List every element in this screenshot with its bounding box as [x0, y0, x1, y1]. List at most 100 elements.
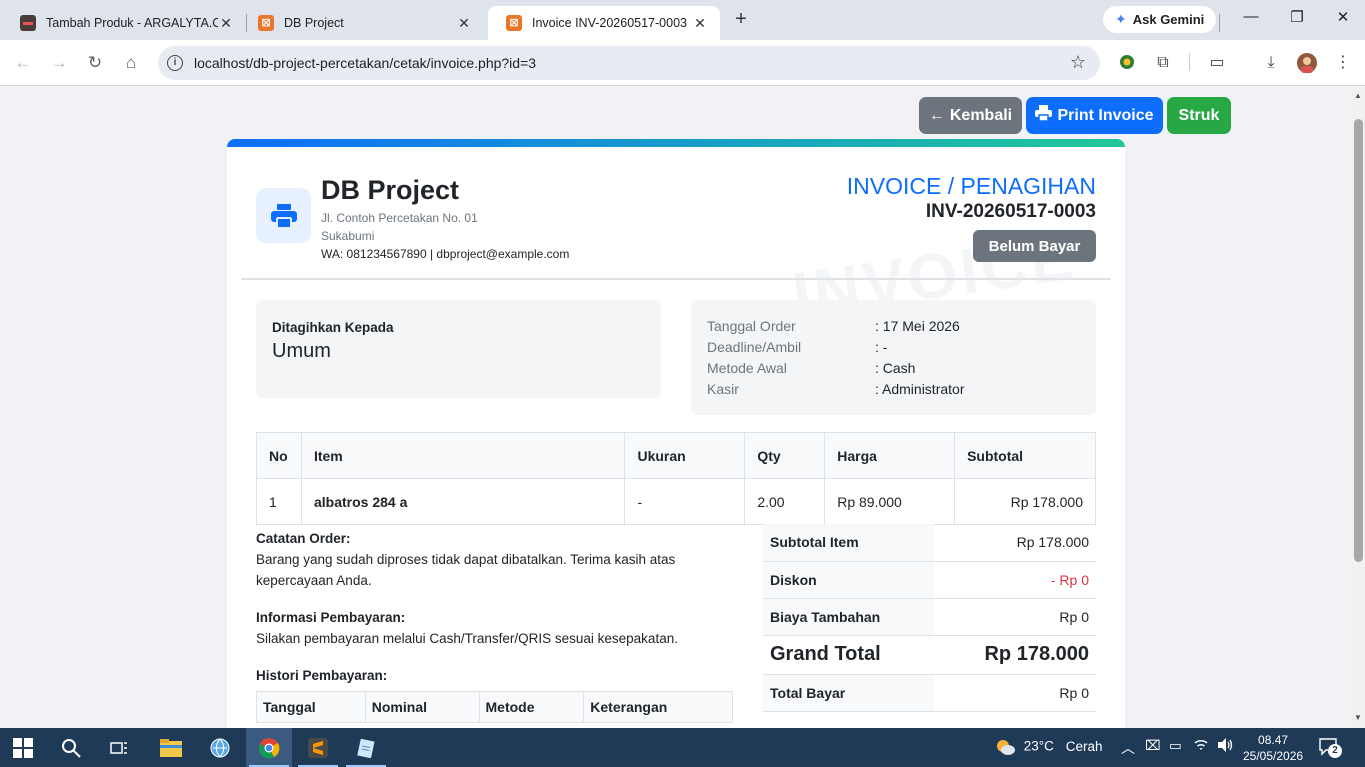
notification-center[interactable]: 2 — [1318, 736, 1342, 759]
order-notes-title: Catatan Order: — [256, 531, 351, 546]
invoice-title: INVOICE / PENAGIHAN — [846, 173, 1096, 199]
summary-value: Rp 0 — [934, 598, 1096, 636]
page-scrollbar[interactable]: ▲ ▼ — [1352, 87, 1365, 728]
summary-table: Subtotal Item Rp 178.000 Diskon - Rp 0 B… — [763, 524, 1096, 712]
invoice-paper: INVOICE DB Project Jl. Contoh Percetakan… — [227, 139, 1125, 728]
clock-time: 08.47 — [1258, 733, 1289, 747]
notification-count-badge: 2 — [1328, 744, 1342, 758]
summary-value: Rp 178.000 — [934, 635, 1096, 675]
site-favicon-icon — [20, 15, 36, 31]
download-icon[interactable]: ⤓ — [1261, 53, 1281, 73]
struk-label: Struk — [1178, 106, 1220, 124]
close-tab-icon[interactable]: ✕ — [456, 15, 472, 32]
weather-widget[interactable]: 23°C Cerah — [994, 738, 1102, 756]
status-badge: Belum Bayar — [973, 230, 1096, 262]
back-arrow-icon[interactable]: ← — [12, 52, 34, 74]
back-button[interactable]: ← Kembali — [919, 97, 1022, 134]
start-windows-icon[interactable] — [0, 728, 46, 767]
tab-tambah-produk[interactable]: Tambah Produk - ARGALYTA.CO ✕ — [2, 6, 246, 40]
tray-device-icon[interactable]: ⌧ — [1145, 738, 1161, 754]
column-header: Item — [300, 432, 626, 479]
close-window-icon[interactable]: ✕ — [1333, 8, 1353, 26]
scroll-up-icon[interactable]: ▲ — [1354, 91, 1362, 100]
battery-icon[interactable]: ▭ — [1169, 738, 1182, 754]
extension-globe-icon[interactable] — [1117, 53, 1137, 73]
forward-arrow-icon[interactable]: → — [48, 52, 70, 74]
cell-item: albatros 284 a — [300, 478, 626, 525]
meta-value: : Administrator — [875, 381, 965, 397]
arrow-left-icon: ← — [928, 106, 945, 124]
tab-title: Invoice INV-20260517-0003 — [532, 16, 687, 30]
company-city: Sukabumi — [321, 229, 375, 243]
cell-size: - — [624, 478, 746, 525]
print-label: Print Invoice — [1057, 106, 1154, 124]
billed-to-label: Ditagihkan Kepada — [272, 320, 394, 335]
history-table-header: Tanggal Nominal Metode Keterangan — [256, 691, 733, 723]
restore-icon[interactable]: ❐ — [1287, 8, 1307, 26]
summary-row-discount: Diskon - Rp 0 — [763, 561, 1096, 599]
printer-icon — [270, 203, 297, 228]
extensions-puzzle-icon[interactable]: ⧉ — [1153, 53, 1173, 73]
toolbar-separator — [1189, 53, 1190, 71]
wifi-icon[interactable] — [1193, 737, 1209, 756]
print-invoice-button[interactable]: Print Invoice — [1026, 97, 1163, 134]
reload-icon[interactable]: ↻ — [84, 52, 106, 74]
column-header: Tanggal — [256, 691, 366, 723]
summary-key: Total Bayar — [763, 674, 934, 712]
task-view-icon[interactable] — [96, 728, 142, 767]
payment-history-title: Histori Pembayaran: — [256, 668, 388, 683]
volume-icon[interactable] — [1216, 737, 1234, 756]
address-bar[interactable]: i localhost/db-project-percetakan/cetak/… — [158, 46, 1100, 80]
url-text[interactable]: localhost/db-project-percetakan/cetak/in… — [194, 55, 536, 71]
home-icon[interactable]: ⌂ — [120, 52, 142, 74]
browser-toolbar: ← → ↻ ⌂ i localhost/db-project-percetaka… — [0, 40, 1365, 86]
notepad-icon[interactable] — [343, 728, 389, 767]
gemini-sparkle-icon: ✦ — [1115, 11, 1127, 27]
chrome-taskbar-icon[interactable] — [246, 728, 292, 767]
struk-button[interactable]: Struk — [1167, 97, 1231, 134]
summary-row-subtotal: Subtotal Item Rp 178.000 — [763, 524, 1096, 562]
site-info-icon[interactable]: i — [167, 55, 183, 71]
minimize-icon[interactable]: — — [1241, 8, 1261, 25]
scroll-down-icon[interactable]: ▼ — [1354, 713, 1362, 722]
column-header: Keterangan — [583, 691, 733, 723]
profile-avatar[interactable] — [1297, 53, 1317, 73]
tab-invoice[interactable]: ⊠ Invoice INV-20260517-0003 ✕ — [488, 6, 720, 40]
column-header: Nominal — [364, 691, 480, 723]
company-name: DB Project — [321, 175, 460, 205]
order-meta-box: Tanggal Order : 17 Mei 2026 Deadline/Amb… — [691, 300, 1096, 415]
search-icon[interactable] — [48, 728, 94, 767]
weather-cloud-sun-icon — [997, 740, 1015, 755]
cell-subtotal: Rp 178.000 — [954, 478, 1096, 525]
xampp-favicon-icon: ⊠ — [258, 15, 274, 31]
company-info: DB Project Jl. Contoh Percetakan No. 01 … — [321, 175, 569, 263]
tab-search-icon[interactable]: ▭ — [1207, 53, 1227, 73]
tab-title: Tambah Produk - ARGALYTA.CO — [46, 16, 218, 30]
meta-value: : - — [875, 339, 888, 355]
items-table-header: No Item Ukuran Qty Harga Subtotal — [256, 432, 1096, 479]
cell-no: 1 — [256, 478, 302, 525]
header-divider — [241, 278, 1111, 280]
page-viewport: ← Kembali Print Invoice Struk INVOICE DB… — [0, 87, 1352, 728]
column-header: Metode — [478, 691, 585, 723]
ask-gemini-button[interactable]: ✦ Ask Gemini — [1103, 6, 1217, 33]
customer-name: Umum — [272, 340, 331, 362]
bookmark-star-icon[interactable]: ☆ — [1070, 52, 1086, 73]
close-tab-icon[interactable]: ✕ — [218, 15, 234, 32]
tray-chevron-up-icon[interactable]: ︿ — [1121, 738, 1135, 758]
cell-price: Rp 89.000 — [824, 478, 956, 525]
browser-tab-bar: Tambah Produk - ARGALYTA.CO ✕ ⊠ DB Proje… — [0, 0, 1365, 40]
sublime-text-icon[interactable] — [295, 728, 341, 767]
tab-db-project[interactable]: ⊠ DB Project ✕ — [240, 6, 484, 40]
meta-key: Tanggal Order — [707, 318, 796, 334]
browser-menu-icon[interactable]: ⋮ — [1333, 53, 1353, 73]
system-clock[interactable]: 08.47 25/05/2026 — [1243, 732, 1303, 764]
scrollbar-thumb[interactable] — [1354, 119, 1363, 562]
new-tab-button[interactable]: + — [730, 8, 752, 30]
notes-section: Catatan Order: Barang yang sudah diprose… — [256, 528, 736, 686]
summary-row-extra-cost: Biaya Tambahan Rp 0 — [763, 598, 1096, 636]
close-tab-icon[interactable]: ✕ — [692, 15, 708, 32]
file-explorer-icon[interactable] — [148, 728, 194, 767]
network-globe-icon[interactable] — [197, 728, 243, 767]
windows-taskbar: 23°C Cerah ︿ ⌧ ▭ 08.47 25/05/2026 2 — [0, 728, 1365, 767]
